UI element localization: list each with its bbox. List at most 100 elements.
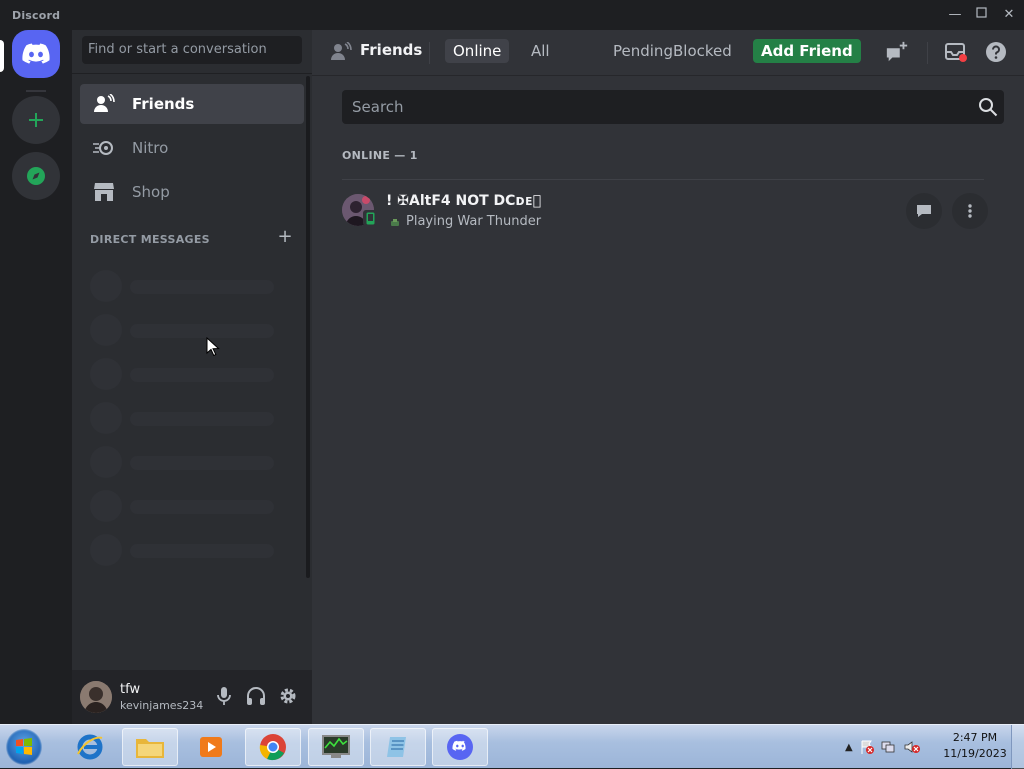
- nav-label-shop: Shop: [132, 183, 170, 201]
- friends-search: [342, 90, 1004, 124]
- friend-activity: Playing War Thunder: [406, 214, 542, 229]
- taskbar-notepad[interactable]: [370, 728, 426, 766]
- more-vertical-icon: [968, 204, 972, 218]
- nav-item-nitro[interactable]: Nitro: [80, 128, 304, 168]
- gear-icon: [280, 688, 296, 704]
- taskbar-file-explorer[interactable]: [122, 728, 178, 766]
- deafen-button[interactable]: [244, 684, 268, 708]
- new-group-dm-button[interactable]: [885, 40, 909, 64]
- plus-icon: [29, 113, 43, 127]
- online-count-header: ONLINE — 1: [342, 149, 418, 162]
- taskbar-internet-explorer[interactable]: [62, 728, 118, 766]
- divider: [72, 73, 312, 74]
- friends-wave-icon: [92, 92, 116, 116]
- nav-item-friends[interactable]: Friends: [80, 84, 304, 124]
- help-icon: [986, 42, 1006, 62]
- internet-explorer-icon: [77, 734, 103, 760]
- show-hidden-icons-button[interactable]: ▲: [845, 742, 853, 753]
- taskbar-clock[interactable]: 2:47 PM 11/19/2023: [940, 730, 1010, 762]
- selected-indicator: [0, 40, 4, 72]
- friends-wave-icon: [331, 42, 352, 60]
- mobile-status-icon: [363, 210, 377, 226]
- compass-icon: [27, 167, 45, 185]
- inbox-icon: [945, 43, 967, 62]
- help-button[interactable]: [984, 40, 1008, 64]
- create-dm-button[interactable]: +: [276, 228, 294, 246]
- windows-logo-icon: [16, 738, 32, 755]
- nav-label-nitro: Nitro: [132, 139, 169, 157]
- discord-icon: [447, 734, 473, 760]
- header-divider: [429, 42, 430, 64]
- show-desktop-button[interactable]: [1011, 725, 1024, 769]
- close-button[interactable]: ✕: [996, 5, 1022, 25]
- nav-label-friends: Friends: [132, 95, 195, 113]
- volume-muted-icon[interactable]: [903, 739, 921, 755]
- app-title: Discord: [12, 9, 61, 22]
- add-server-button[interactable]: [12, 96, 60, 144]
- page-title: Friends: [360, 41, 423, 59]
- folder-icon: [136, 739, 164, 758]
- friends-header: Friends Online All Pending Blocked Add F…: [312, 30, 1024, 76]
- user-settings-button[interactable]: [276, 684, 300, 708]
- mic-icon: [217, 687, 231, 705]
- friend-row[interactable]: ! ✠AltF4 NOT DCᴅᴇ⃠ Playing War Thunder: [332, 180, 994, 242]
- explore-servers-button[interactable]: [12, 152, 60, 200]
- chrome-icon: [259, 734, 286, 761]
- dm-placeholder: [90, 402, 280, 434]
- server-separator: [26, 90, 46, 92]
- chat-bubble-icon: [917, 205, 931, 217]
- dm-placeholder: [90, 270, 280, 302]
- find-conversation-button[interactable]: Find or start a conversation: [82, 36, 302, 64]
- tab-online[interactable]: Online: [445, 39, 510, 63]
- headphones-icon: [247, 687, 265, 705]
- sidebar-scrollbar[interactable]: [306, 76, 310, 578]
- mouse-cursor-icon: [206, 337, 220, 357]
- windows-taskbar: ▲ 2:47 PM 11/19/2023: [0, 724, 1024, 769]
- new-group-dm-icon: [886, 41, 908, 62]
- network-icon[interactable]: [881, 739, 897, 755]
- search-icon: [979, 98, 998, 117]
- server-rail: [0, 30, 72, 724]
- maximize-button[interactable]: [968, 5, 994, 25]
- game-activity-icon: [391, 219, 399, 226]
- taskbar-discord[interactable]: [432, 728, 488, 766]
- more-options-button[interactable]: [952, 193, 988, 229]
- header-divider: [927, 42, 928, 64]
- friend-name: ! ✠AltF4 NOT DCᴅᴇ⃠: [386, 193, 542, 209]
- dm-placeholder: [90, 490, 280, 522]
- action-center-flag-icon[interactable]: [859, 739, 875, 755]
- friends-search-input[interactable]: [342, 90, 962, 124]
- window-titlebar: Discord — ✕: [0, 0, 1024, 30]
- dm-placeholder: [90, 314, 280, 346]
- message-button[interactable]: [906, 193, 942, 229]
- mute-button[interactable]: [212, 684, 236, 708]
- minimize-button[interactable]: —: [942, 5, 968, 25]
- clock-time: 2:47 PM: [952, 731, 998, 744]
- add-friend-button[interactable]: Add Friend: [753, 39, 861, 63]
- clock-date: 11/19/2023: [943, 747, 1007, 760]
- nav-item-shop[interactable]: Shop: [80, 172, 304, 212]
- taskbar-chrome[interactable]: [245, 728, 301, 766]
- media-player-icon: [200, 737, 222, 757]
- start-button[interactable]: [6, 729, 42, 765]
- dm-placeholder: [90, 446, 280, 478]
- system-tray: ▲: [845, 735, 921, 759]
- user-panel: tfw kevinjames234: [72, 670, 312, 724]
- task-manager-icon: [322, 735, 350, 758]
- taskbar-task-manager[interactable]: [308, 728, 364, 766]
- user-tag: kevinjames234: [120, 699, 204, 712]
- shop-icon: [92, 180, 116, 204]
- avatar[interactable]: [80, 681, 112, 713]
- inbox-button[interactable]: [944, 40, 968, 64]
- notepad-icon: [387, 737, 406, 757]
- dm-sidebar: Find or start a conversation Friends Nit…: [72, 30, 312, 724]
- tab-blocked[interactable]: Blocked: [665, 39, 740, 63]
- nitro-icon: [92, 136, 116, 160]
- direct-messages-header: DIRECT MESSAGES: [90, 233, 210, 246]
- tab-all[interactable]: All: [523, 39, 558, 63]
- home-button[interactable]: [12, 30, 60, 78]
- username: tfw: [120, 682, 141, 697]
- taskbar-media-player[interactable]: [183, 728, 239, 766]
- dm-placeholder: [90, 358, 280, 390]
- friends-page: Friends Online All Pending Blocked Add F…: [312, 30, 1024, 724]
